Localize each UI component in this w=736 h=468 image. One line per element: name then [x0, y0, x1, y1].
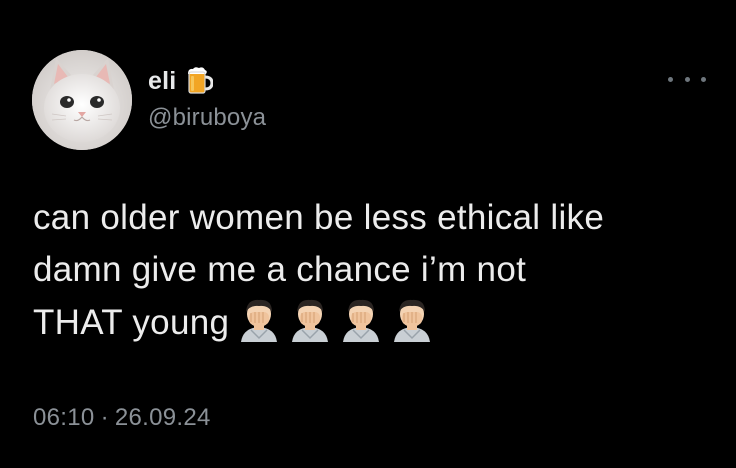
- tweet-timestamp: 06:10 · 26.09.24: [33, 404, 211, 432]
- tweet-date[interactable]: 26.09.24: [115, 404, 211, 431]
- facepalm-icon: [237, 296, 281, 342]
- beer-mug-icon: [185, 66, 214, 96]
- tweet-text-line: damn give me a chance i’m not: [33, 250, 527, 289]
- cat-avatar-icon: [32, 50, 132, 150]
- tweet-time[interactable]: 06:10: [33, 404, 95, 431]
- more-options-button[interactable]: [668, 68, 706, 90]
- tweet-text-line-last: THAT young: [33, 296, 713, 349]
- tweet-card: eli @biruboya can older women be less et…: [0, 0, 736, 468]
- tweet-text-line: can older women be less ethical like: [33, 198, 605, 237]
- author-handle[interactable]: @biruboya: [148, 104, 266, 132]
- display-name[interactable]: eli: [148, 67, 176, 96]
- author-row: eli: [148, 66, 214, 96]
- timestamp-separator: ·: [100, 404, 109, 431]
- tweet-body: can older women be less ethical like dam…: [33, 192, 713, 349]
- facepalm-icon: [390, 296, 434, 342]
- more-options-icon: [684, 76, 690, 82]
- facepalm-icon: [288, 296, 332, 342]
- emoji-row: [237, 296, 441, 342]
- facepalm-icon: [339, 296, 383, 342]
- more-options-icon: [668, 76, 673, 82]
- avatar[interactable]: [32, 50, 132, 150]
- more-options-icon: [701, 76, 706, 82]
- tweet-text-fragment: THAT young: [33, 303, 230, 342]
